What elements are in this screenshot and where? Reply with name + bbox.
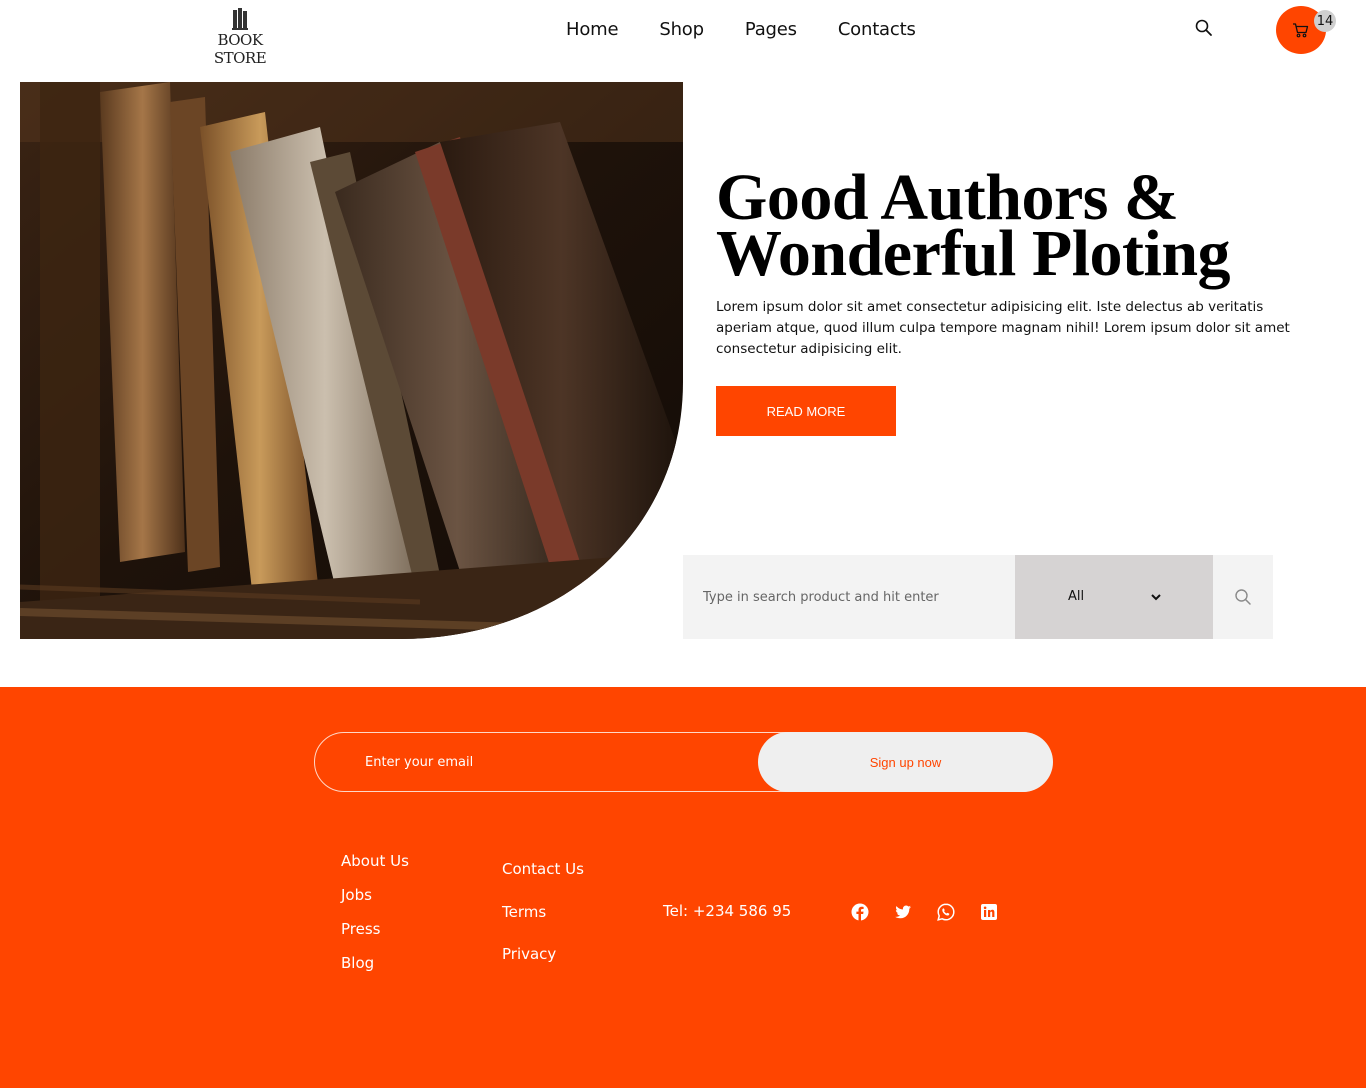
footer-link-jobs[interactable]: Jobs (341, 886, 409, 920)
cart-icon (1293, 23, 1309, 38)
footer-link-blog[interactable]: Blog (341, 954, 409, 988)
facebook-icon[interactable] (851, 903, 869, 921)
main-nav: Home Shop Pages Contacts (566, 19, 916, 40)
footer-link-privacy[interactable]: Privacy (502, 945, 584, 988)
product-search-bar: All (683, 555, 1273, 639)
footer-telephone: Tel: +234 586 95 (663, 902, 792, 920)
hero-description: Lorem ipsum dolor sit amet consectetur a… (716, 299, 1290, 357)
search-submit-button[interactable] (1213, 555, 1273, 639)
category-select[interactable]: All (1015, 555, 1213, 639)
cart-count-badge: 14 (1314, 10, 1336, 32)
nav-contacts[interactable]: Contacts (838, 19, 916, 40)
newsletter-form: Sign up now (314, 732, 1053, 792)
footer-link-about-us[interactable]: About Us (341, 852, 409, 886)
read-more-button[interactable]: READ MORE (716, 386, 896, 436)
linkedin-icon[interactable] (980, 903, 998, 921)
signup-button[interactable]: Sign up now (758, 732, 1053, 792)
footer-links-company: About Us Jobs Press Blog (341, 852, 409, 988)
hero-title-line2: Wonderful Ploting (716, 217, 1231, 290)
site-footer: Sign up now About Us Jobs Press Blog Con… (0, 687, 1366, 1088)
search-icon (1235, 589, 1251, 605)
logo-text: BOOK STORE (213, 31, 267, 67)
search-icon (1195, 19, 1212, 36)
social-links (851, 903, 998, 921)
nav-pages[interactable]: Pages (745, 19, 797, 40)
nav-shop[interactable]: Shop (659, 19, 704, 40)
nav-home[interactable]: Home (566, 19, 619, 40)
site-header: BOOK STORE Home Shop Pages Contacts 14 (0, 0, 1366, 70)
book-logo-icon (232, 8, 248, 30)
product-search-input[interactable] (683, 555, 1015, 639)
footer-link-press[interactable]: Press (341, 920, 409, 954)
footer-link-terms[interactable]: Terms (502, 903, 584, 946)
logo[interactable]: BOOK STORE (200, 8, 280, 67)
category-selected-value: All (1068, 589, 1085, 604)
footer-links-info: Contact Us Terms Privacy (502, 860, 584, 988)
whatsapp-icon[interactable] (937, 903, 955, 921)
twitter-icon[interactable] (894, 903, 912, 921)
email-input[interactable] (365, 747, 745, 777)
header-search-button[interactable] (1194, 18, 1214, 38)
hero-image (20, 82, 683, 639)
hero-title: Good Authors & Wonderful Ploting (716, 165, 1336, 287)
chevron-down-icon (1151, 594, 1161, 601)
footer-link-contact-us[interactable]: Contact Us (502, 860, 584, 903)
